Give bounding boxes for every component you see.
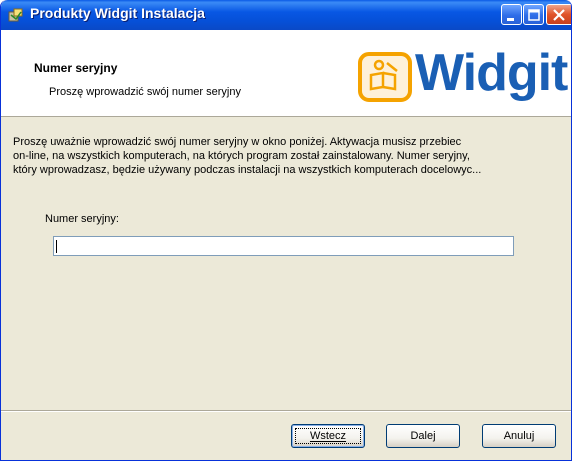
next-button-label: Dalej bbox=[410, 430, 436, 442]
installer-icon[interactable] bbox=[8, 7, 24, 23]
serial-number-label: Numer seryjny: bbox=[45, 213, 119, 225]
maximize-icon bbox=[528, 9, 540, 21]
page-subtitle: Proszę wprowadzić swój numer seryjny bbox=[49, 86, 241, 98]
page-title: Numer seryjny bbox=[34, 61, 118, 75]
window-title: Produkty Widgit Instalacja bbox=[30, 5, 205, 21]
cancel-button[interactable]: Anuluj bbox=[482, 424, 556, 448]
close-button[interactable] bbox=[546, 4, 571, 25]
instructions-line: Proszę uważnie wprowadzić swój numer ser… bbox=[13, 136, 462, 148]
logo-text: Widgit bbox=[415, 44, 568, 102]
text-caret bbox=[56, 240, 57, 253]
back-button[interactable]: Wstecz bbox=[291, 424, 365, 448]
minimize-icon bbox=[507, 18, 514, 21]
instructions-text: Proszę uważnie wprowadzić swój numer ser… bbox=[13, 135, 565, 177]
maximize-button[interactable] bbox=[523, 4, 544, 25]
widgit-logo-icon bbox=[358, 52, 412, 102]
next-button[interactable]: Dalej bbox=[386, 424, 460, 448]
instructions-line: on-line, na wszystkich komputerach, na k… bbox=[13, 150, 470, 162]
footer-divider bbox=[1, 410, 571, 412]
serial-number-input[interactable] bbox=[53, 236, 514, 256]
title-bar[interactable]: Produkty Widgit Instalacja bbox=[1, 0, 571, 30]
instructions-line: który wprowadzasz, będzie używany podcza… bbox=[13, 164, 482, 176]
close-icon bbox=[553, 9, 565, 21]
focus-ring bbox=[295, 428, 361, 444]
minimize-button[interactable] bbox=[501, 4, 522, 25]
widgit-logo: Widgit bbox=[357, 45, 571, 103]
cancel-button-label: Anuluj bbox=[503, 430, 535, 442]
installer-window: Produkty Widgit Instalacja Numer seryjny… bbox=[0, 0, 572, 461]
